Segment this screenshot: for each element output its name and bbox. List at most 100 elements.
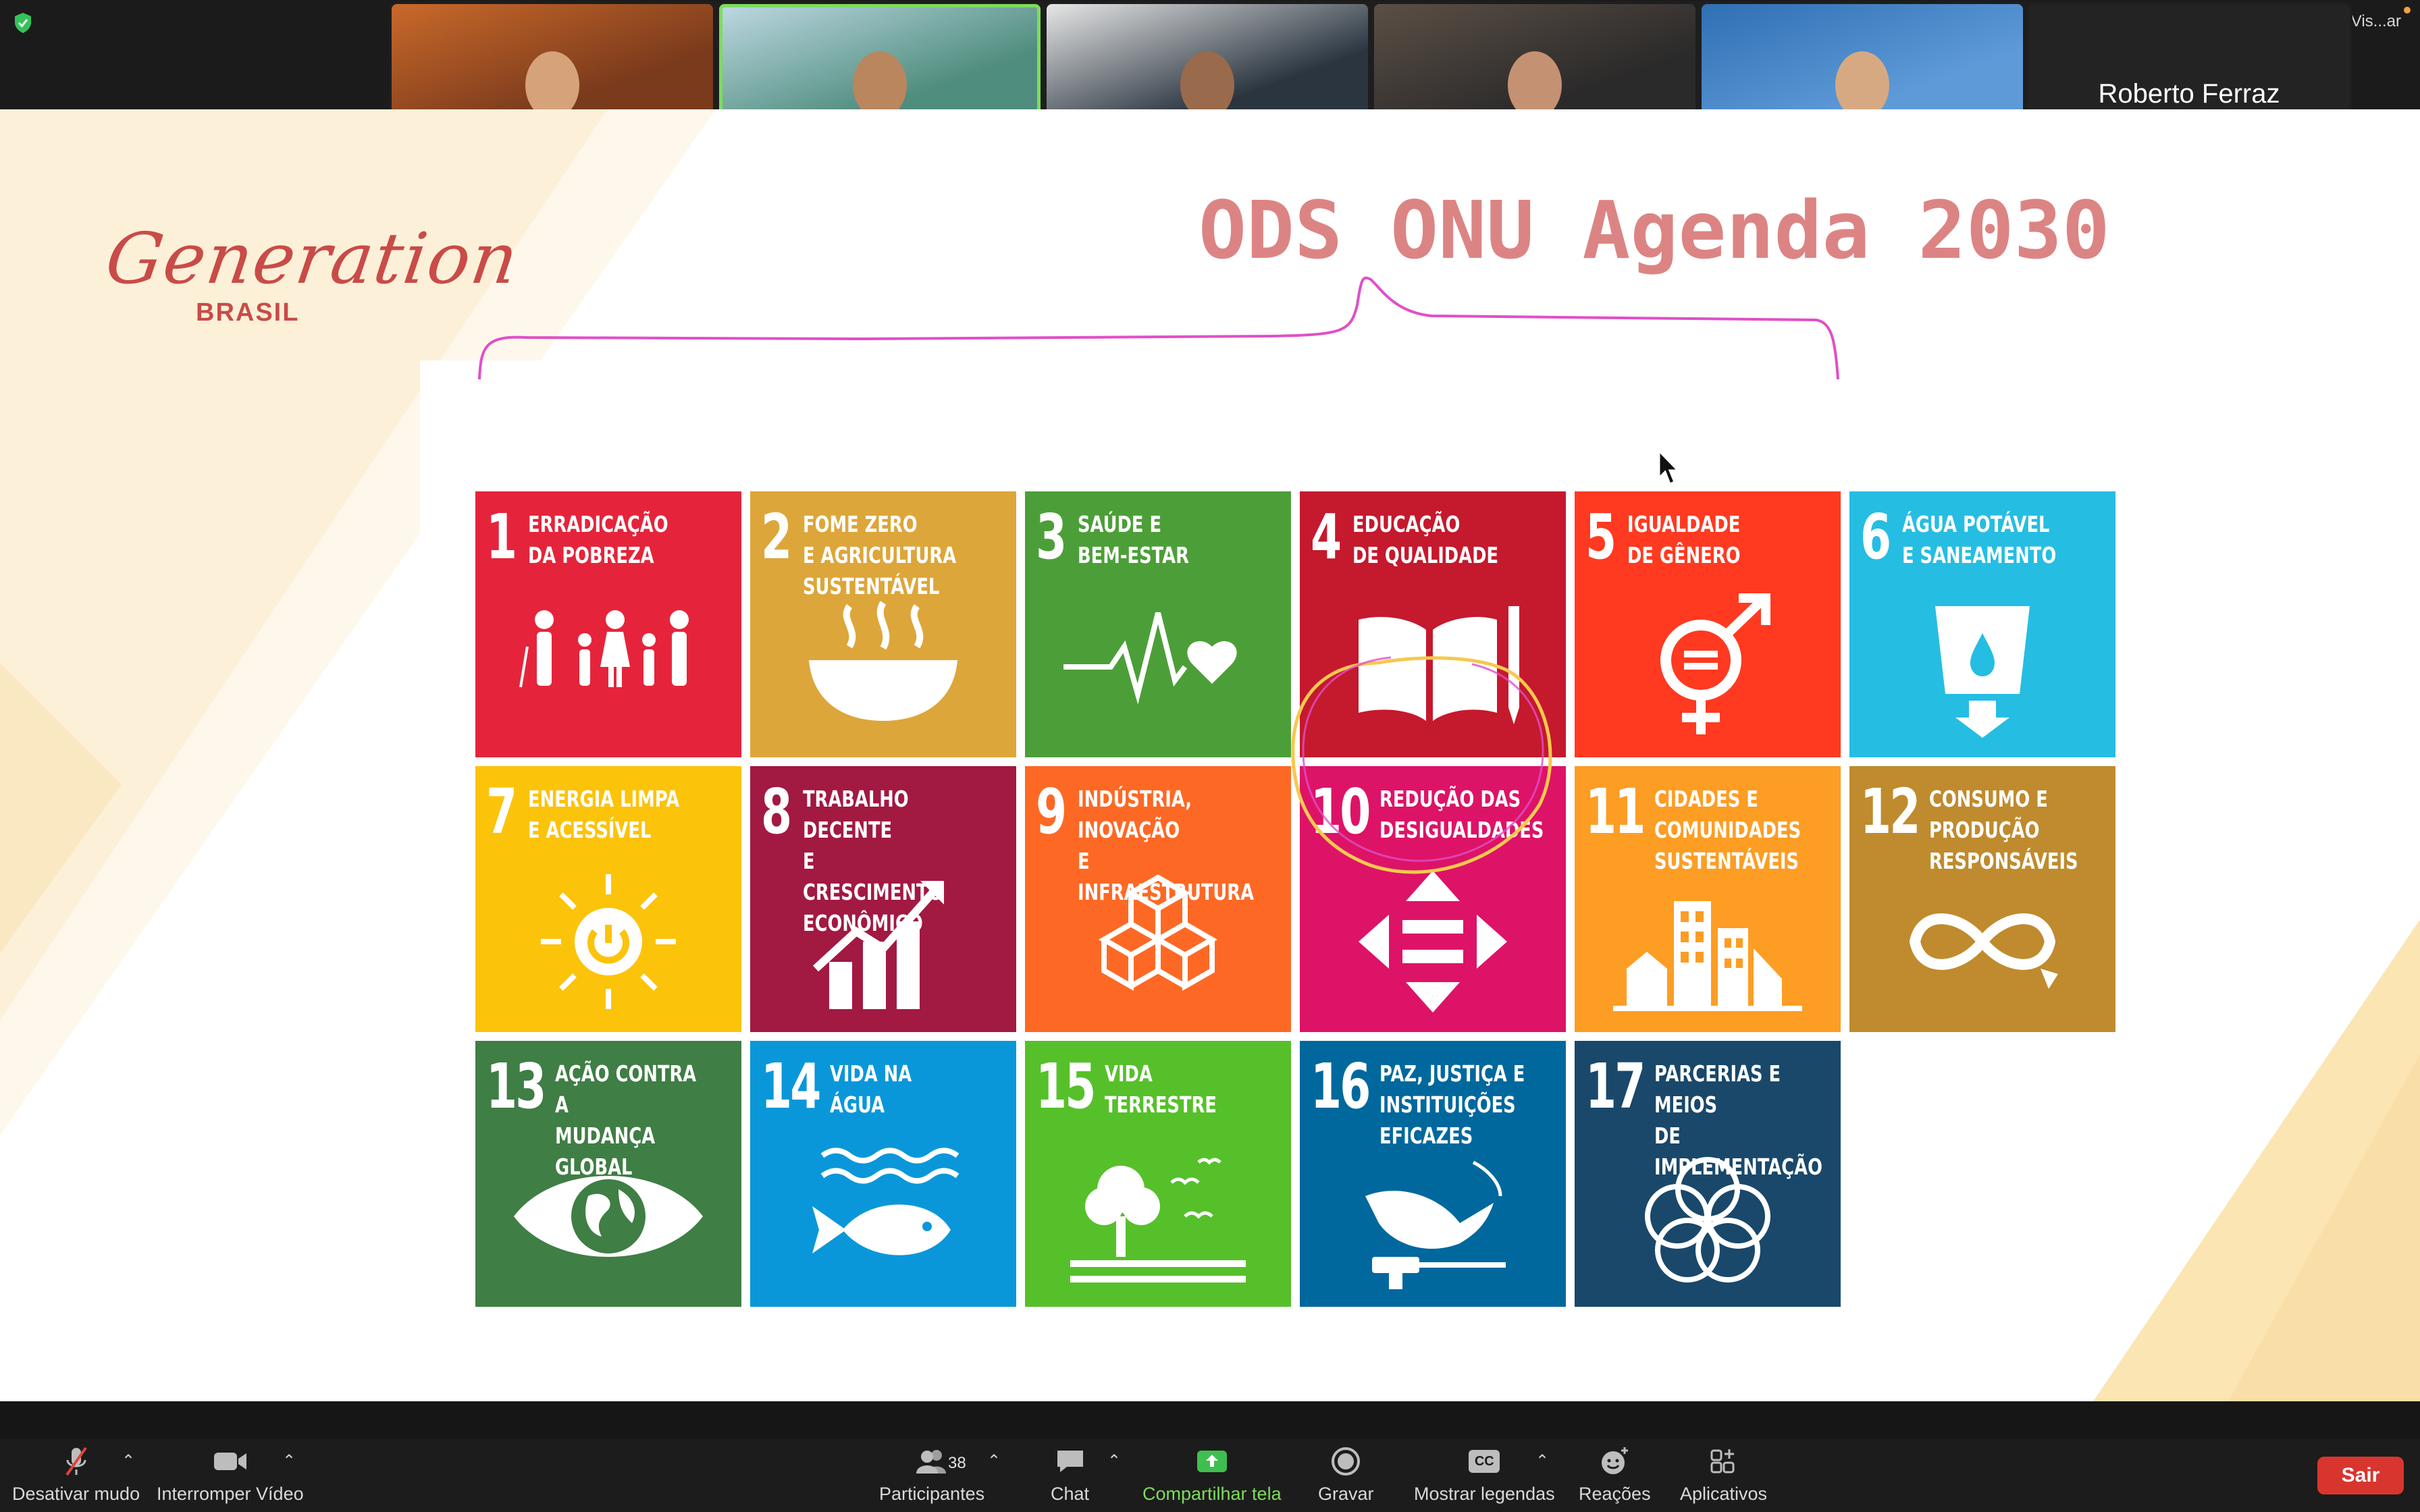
cubes-icon xyxy=(1098,874,1218,991)
share-screen-button[interactable]: Compartilhar tela xyxy=(1142,1444,1282,1509)
chat-button[interactable]: Chat xyxy=(1051,1444,1089,1509)
record-icon xyxy=(1327,1444,1365,1478)
water-glass-icon xyxy=(1935,606,2030,738)
video-options-caret-icon[interactable]: ⌃ xyxy=(282,1451,296,1471)
participants-button[interactable]: Participantes xyxy=(879,1444,984,1509)
sdg-number: 2 xyxy=(761,501,792,573)
sdg-number: 14 xyxy=(761,1050,821,1123)
sdg-card-3: 3 Saúde e bem-estar xyxy=(1025,491,1291,757)
stop-video-label: Interromper Vídeo xyxy=(157,1484,304,1504)
sdg-card-9: 9 Indústria, inovação e infraestrutura xyxy=(1025,766,1291,1032)
sdg-number: 6 xyxy=(1860,501,1891,573)
muted-microphone-icon xyxy=(57,1444,95,1478)
sdg-card-11: 11 Cidades e comunidades sustentáveis xyxy=(1575,766,1841,1032)
sdg-number: 4 xyxy=(1311,501,1342,573)
sdg-card-10: 10 Redução das desigualdades xyxy=(1300,766,1566,1032)
heartbeat-icon xyxy=(1063,612,1237,705)
security-shield-icon[interactable] xyxy=(14,12,32,34)
sdg-card-2: 2 Fome zero e agricultura sustentável xyxy=(750,491,1016,757)
sdg-card-4: 4 Educação de qualidade xyxy=(1300,491,1566,757)
sdg-number: 15 xyxy=(1036,1050,1096,1123)
leave-meeting-button[interactable]: Sair xyxy=(2317,1457,2404,1494)
sdg-number: 5 xyxy=(1585,501,1616,573)
sdg-label: Erradicação da pobreza xyxy=(528,511,668,568)
sdg-card-12: 12 Consumo e produção responsáveis xyxy=(1849,766,2115,1032)
participants-options-caret-icon[interactable]: ⌃ xyxy=(987,1451,1001,1471)
sdg-label: Vida terrestre xyxy=(1105,1060,1217,1118)
arrows-equal-icon xyxy=(1359,871,1507,1013)
sdg-grid: 1 Erradicação da pobreza 2 Fome zero e agri… xyxy=(420,360,2127,1307)
audio-options-caret-icon[interactable]: ⌃ xyxy=(122,1451,135,1471)
sdg-label: Vida na água xyxy=(830,1060,912,1118)
rings-icon xyxy=(1645,1157,1770,1282)
sdg-card-7: 7 Energia limpa e acessível xyxy=(475,766,741,1032)
sdg-number: 3 xyxy=(1036,501,1067,573)
sdg-card-16: 16 Paz, justiça e instituições eficazes xyxy=(1300,1041,1566,1307)
sdg-label: Cidades e comunidades sustentáveis xyxy=(1654,786,1801,874)
sdg-number: 12 xyxy=(1860,776,1920,848)
sdg-card-13: 13Ação contra a mudança global do clima xyxy=(475,1041,741,1307)
sdg-number: 11 xyxy=(1585,776,1646,848)
captions-options-caret-icon[interactable]: ⌃ xyxy=(1535,1451,1549,1471)
reactions-button[interactable]: Reações xyxy=(1579,1444,1651,1509)
show-captions-label: Mostrar legendas xyxy=(1414,1484,1555,1504)
toolbar-separator xyxy=(0,1401,2420,1439)
book-pencil-icon xyxy=(1359,606,1519,724)
apps-label: Aplicativos xyxy=(1680,1484,1768,1504)
earth-eye-icon xyxy=(514,1176,703,1257)
video-camera-icon xyxy=(211,1444,249,1478)
participant-face xyxy=(1835,51,1889,119)
city-icon xyxy=(1613,901,1802,1011)
apps-button[interactable]: Aplicativos xyxy=(1680,1444,1767,1509)
generation-logo-country: BRASIL xyxy=(196,298,300,327)
sdg-number: 1 xyxy=(486,501,517,573)
soup-bowl-icon xyxy=(809,601,957,721)
participant-face xyxy=(525,51,579,119)
participant-face xyxy=(853,51,907,119)
record-button[interactable]: Gravar xyxy=(1318,1444,1374,1509)
view-button[interactable]: Vis...ar xyxy=(2351,12,2401,31)
smiley-reaction-icon xyxy=(1596,1444,1633,1478)
gender-equality-icon xyxy=(1660,593,1770,734)
sdg-label: Educação de qualidade xyxy=(1352,511,1499,568)
stop-video-button[interactable]: Interromper Vídeo xyxy=(157,1444,304,1509)
shared-screen: Generation BRASIL ODS ONU Agenda 2030 1E… xyxy=(0,109,2420,1401)
sdg-label: Água potável e saneamento xyxy=(1902,511,2057,568)
unmute-label: Desativar mudo xyxy=(12,1484,140,1504)
sdg-card-15: 15 Vida terrestre xyxy=(1025,1041,1291,1307)
sdg-card-17: 17 Parcerias e meios de implementação xyxy=(1575,1041,1841,1307)
sdg-label: Energia limpa e acessível xyxy=(528,786,680,843)
sdg-number: 16 xyxy=(1311,1050,1371,1123)
sdg-card-5: 5 Igualdade de gênero xyxy=(1575,491,1841,757)
closed-captions-icon: CC xyxy=(1465,1444,1503,1478)
apps-grid-icon xyxy=(1705,1444,1743,1478)
mouse-cursor-icon xyxy=(1658,450,1680,485)
share-screen-label: Compartilhar tela xyxy=(1142,1484,1282,1504)
participants-icon xyxy=(913,1444,951,1478)
show-captions-button[interactable]: CC Mostrar legendas xyxy=(1414,1444,1555,1509)
sdg-label: Consumo e produção responsáveis xyxy=(1929,786,2078,874)
sdg-number: 7 xyxy=(486,776,517,848)
tree-birds-icon xyxy=(1070,1158,1246,1282)
participant-face xyxy=(1508,51,1562,119)
fish-waves-icon xyxy=(812,1148,959,1256)
generation-logo-word: Generation xyxy=(101,217,525,300)
captions-badge: CC xyxy=(1469,1450,1500,1473)
growth-chart-icon xyxy=(812,881,944,1009)
family-icon xyxy=(519,610,689,688)
sdg-number: 13 xyxy=(486,1050,546,1123)
record-label: Gravar xyxy=(1318,1484,1374,1504)
chat-options-caret-icon[interactable]: ⌃ xyxy=(1107,1451,1121,1471)
sdg-card-8: 8 Trabalho decente e crescimento econômic… xyxy=(750,766,1016,1032)
sdg-number: 17 xyxy=(1585,1050,1646,1123)
participants-label: Participantes xyxy=(879,1484,985,1504)
dove-gavel-icon xyxy=(1365,1160,1506,1289)
chat-label: Chat xyxy=(1051,1484,1090,1504)
chat-bubble-icon xyxy=(1051,1444,1089,1478)
infinity-icon xyxy=(1909,913,2058,989)
unmute-button[interactable]: Desativar mudo xyxy=(12,1444,140,1509)
sdg-label: Paz, justiça e instituições eficazes xyxy=(1379,1060,1525,1149)
slide-title: ODS ONU Agenda 2030 xyxy=(1199,184,2110,277)
sdg-card-14: 14 Vida na água xyxy=(750,1041,1016,1307)
sdg-number: 10 xyxy=(1311,776,1371,848)
